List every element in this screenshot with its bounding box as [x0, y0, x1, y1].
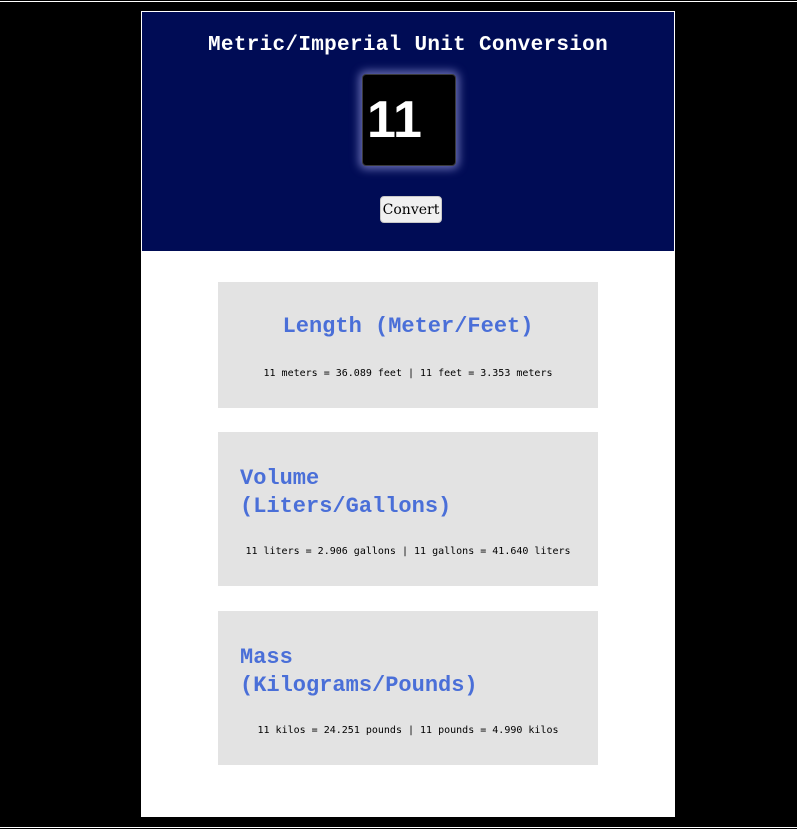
converter-panel: Metric/Imperial Unit Conversion Convert …	[141, 11, 675, 817]
length-card-title: Length (Meter/Feet)	[282, 314, 534, 339]
mass-card-title: Mass (Kilograms/Pounds)	[240, 645, 478, 698]
convert-button[interactable]: Convert	[380, 196, 442, 223]
number-input[interactable]	[362, 74, 456, 166]
page-bottom-border	[0, 827, 797, 828]
volume-card-title: Volume (Liters/Gallons)	[240, 466, 452, 519]
volume-card-result: 11 liters = 2.906 gallons | 11 gallons =…	[245, 546, 571, 557]
length-card: Length (Meter/Feet) 11 meters = 36.089 f…	[218, 282, 598, 408]
converter-header: Metric/Imperial Unit Conversion Convert	[142, 12, 674, 251]
length-card-result: 11 meters = 36.089 feet | 11 feet = 3.35…	[263, 368, 553, 379]
page-title: Metric/Imperial Unit Conversion	[208, 34, 608, 57]
mass-card-result: 11 kilos = 24.251 pounds | 11 pounds = 4…	[257, 725, 559, 736]
mass-card: Mass (Kilograms/Pounds) 11 kilos = 24.25…	[218, 611, 598, 765]
page-top-border	[0, 1, 797, 2]
volume-card: Volume (Liters/Gallons) 11 liters = 2.90…	[218, 432, 598, 586]
